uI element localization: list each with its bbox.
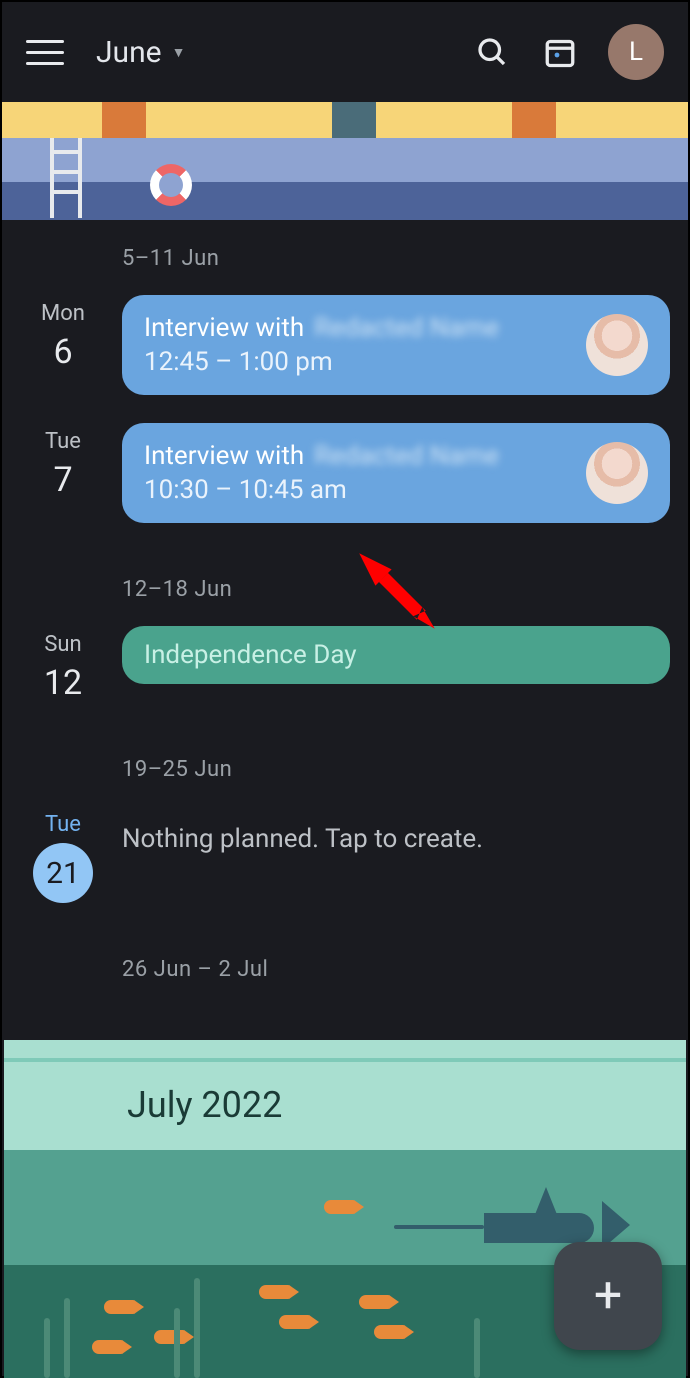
- event-card[interactable]: Interview with Redacted Name 10:30 – 10:…: [122, 423, 670, 523]
- app-header: June ▼ L: [2, 2, 688, 102]
- current-month: June: [96, 35, 162, 70]
- event-title: Independence Day: [144, 640, 357, 670]
- event-title-redacted: Redacted Name: [314, 313, 499, 343]
- today-icon[interactable]: [536, 28, 584, 76]
- day-header-today[interactable]: Tue 21: [20, 806, 106, 903]
- event-title-prefix: Interview with: [144, 313, 304, 343]
- plus-icon: +: [594, 1267, 622, 1325]
- day-header[interactable]: Sun 12: [20, 626, 106, 703]
- next-month-title: July 2022: [127, 1084, 282, 1126]
- event-card[interactable]: Interview with Redacted Name 12:45 – 1:0…: [122, 295, 670, 395]
- search-icon[interactable]: [468, 28, 516, 76]
- menu-icon[interactable]: [26, 33, 64, 71]
- empty-day-prompt[interactable]: Nothing planned. Tap to create.: [122, 806, 670, 854]
- day-header[interactable]: Mon 6: [20, 295, 106, 372]
- day-of-week: Sun: [20, 632, 106, 657]
- attendee-avatar: [586, 314, 648, 376]
- day-of-week: Tue: [20, 812, 106, 837]
- account-avatar[interactable]: L: [608, 24, 664, 80]
- day-of-week: Tue: [20, 429, 106, 454]
- day-header[interactable]: Tue 7: [20, 423, 106, 500]
- day-row: Sun 12 Independence Day: [2, 626, 688, 731]
- day-row: Tue 21 Nothing planned. Tap to create.: [2, 806, 688, 931]
- day-number: 6: [20, 332, 106, 372]
- day-number: 21: [46, 856, 80, 891]
- day-row: Mon 6 Interview with Redacted Name 12:45…: [2, 295, 688, 423]
- avatar-letter: L: [629, 37, 643, 67]
- today-indicator: 21: [33, 843, 93, 903]
- week-label: 12–18 Jun: [2, 551, 688, 626]
- event-time: 10:30 – 10:45 am: [144, 475, 499, 505]
- day-number: 12: [20, 663, 106, 703]
- create-event-fab[interactable]: +: [554, 1242, 662, 1350]
- day-row: Tue 7 Interview with Redacted Name 10:30…: [2, 423, 688, 551]
- month-dropdown[interactable]: June ▼: [96, 35, 185, 70]
- event-title-prefix: Interview with: [144, 441, 304, 471]
- chevron-down-icon: ▼: [172, 44, 186, 61]
- week-label: 19–25 Jun: [2, 731, 688, 806]
- month-banner-june: [2, 102, 688, 220]
- day-of-week: Mon: [20, 301, 106, 326]
- event-card-holiday[interactable]: Independence Day: [122, 626, 670, 684]
- day-number: 7: [20, 460, 106, 500]
- event-title-redacted: Redacted Name: [314, 441, 499, 471]
- week-label: 26 Jun – 2 Jul: [2, 931, 688, 1006]
- attendee-avatar: [586, 442, 648, 504]
- event-time: 12:45 – 1:00 pm: [144, 347, 499, 377]
- week-label: 5–11 Jun: [2, 220, 688, 295]
